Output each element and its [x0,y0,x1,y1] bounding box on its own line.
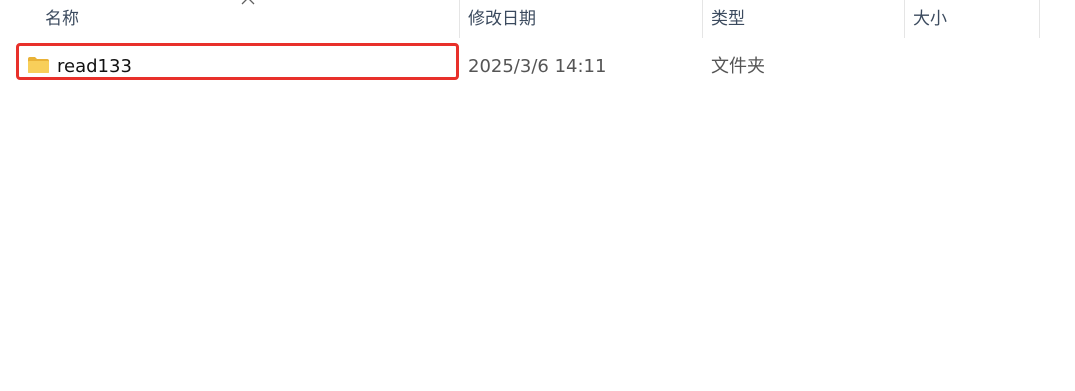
file-name[interactable]: read133 [57,43,132,83]
column-header-row: 名称 修改日期 类型 大小 [0,0,1075,38]
file-type: 文件夹 [711,56,765,77]
column-divider [1039,0,1040,38]
folder-icon [28,57,49,73]
file-explorer-list: 名称 修改日期 类型 大小 read133 2025/3/6 14:11 文件夹 [0,0,1075,391]
column-header-date-modified[interactable]: 修改日期 [459,0,702,38]
file-date-modified: 2025/3/6 14:11 [468,56,607,77]
column-header-size[interactable]: 大小 [904,0,1040,38]
column-header-type[interactable]: 类型 [702,0,904,38]
list-item-folder[interactable]: read133 2025/3/6 14:11 文件夹 [16,43,1046,83]
chevron-up-icon [241,0,255,5]
